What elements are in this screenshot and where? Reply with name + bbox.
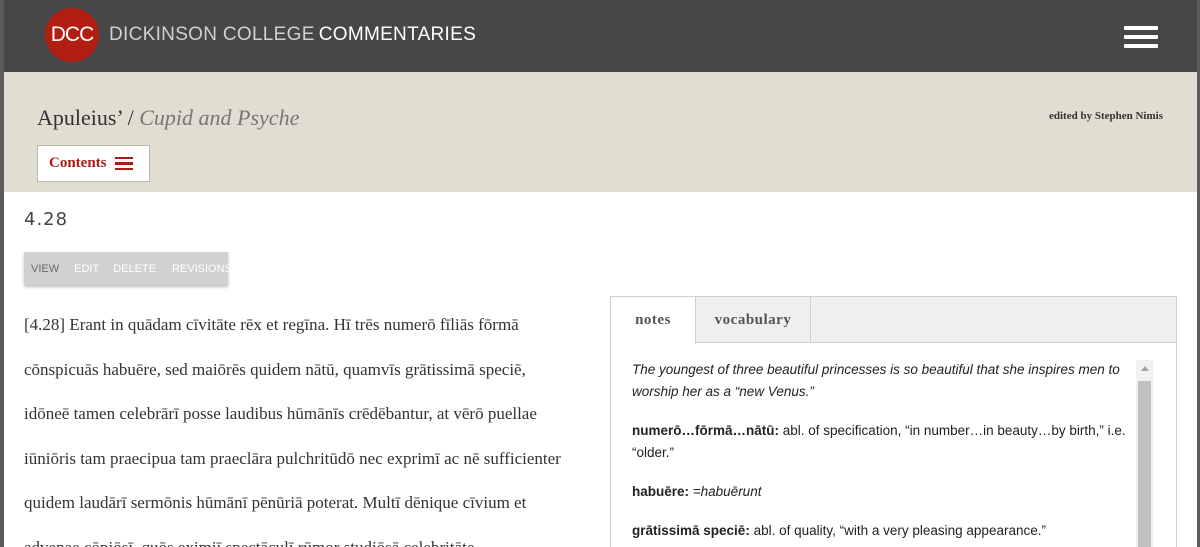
note-text: abl. of quality, “with a very pleasing a… <box>749 523 1046 538</box>
tab-vocabulary[interactable]: vocabulary <box>696 297 811 343</box>
book-work-title[interactable]: Cupid and Psyche <box>139 105 299 130</box>
page: DCC DICKINSON COLLEGE COMMENTARIES Apulei… <box>4 0 1197 547</box>
book-author: Apuleius’ / <box>37 105 140 130</box>
tab-notes[interactable]: notes <box>611 297 696 344</box>
tab-delete[interactable]: DELETE <box>113 263 156 275</box>
site-title-part2: COMMENTARIES <box>318 24 477 45</box>
dcc-logo[interactable]: DCC <box>45 8 99 62</box>
site-header: DCC DICKINSON COLLEGE COMMENTARIES <box>4 0 1197 72</box>
hamburger-menu-icon[interactable] <box>1124 26 1158 48</box>
site-title-part1: DICKINSON COLLEGE <box>109 24 315 45</box>
tab-edit[interactable]: EDIT <box>74 263 99 275</box>
note-item: grātissimā speciē: abl. of quality, “wit… <box>632 520 1127 542</box>
text-line: advenae cōpiōsī, quōs eximiī spectāculī … <box>24 537 475 547</box>
note-item: habuēre: =habuērunt <box>632 481 1127 503</box>
latin-text: [4.28] Erant in quādam cīvitāte rēx et r… <box>24 303 604 547</box>
note-term: numerō…fōrmā…nātū: <box>632 423 780 438</box>
panel-tabs: notes vocabulary <box>611 297 1176 344</box>
notes-content: The youngest of three beautiful princess… <box>632 359 1127 547</box>
tab-view[interactable]: VIEW <box>31 263 59 275</box>
text-line: [4.28] Erant in quādam cīvitāte rēx et r… <box>24 315 519 334</box>
note-term: habuēre: <box>632 484 690 499</box>
commentary-panel: notes vocabulary The youngest of three b… <box>610 296 1177 547</box>
list-menu-icon <box>114 156 133 171</box>
contents-button[interactable]: Contents <box>37 145 150 182</box>
book-title: Apuleius’ / Cupid and Psyche <box>37 105 299 131</box>
note-item: numerō…fōrmā…nātū: abl. of specification… <box>632 420 1127 464</box>
text-line: idōneē tamen celebrārī posse laudibus hū… <box>24 404 537 423</box>
book-banner: Apuleius’ / Cupid and Psyche edited by S… <box>4 72 1197 192</box>
text-line: quidem laudārī sermōnis hūmānī pēnūriā p… <box>24 493 527 512</box>
contents-label: Contents <box>49 155 107 171</box>
section-heading: 4.28 <box>24 209 69 230</box>
text-line: iūniōris tam praecipua tam praeclāra pul… <box>24 448 561 468</box>
note-term: grātissimā speciē: <box>632 523 750 538</box>
scrollbar-thumb[interactable] <box>1138 381 1151 547</box>
tab-revisions[interactable]: REVISIONS <box>172 263 232 275</box>
node-tabs: VIEW EDIT DELETE REVISIONS <box>24 252 232 285</box>
note-text: =habuērunt <box>689 484 762 499</box>
note-intro: The youngest of three beautiful princess… <box>632 362 1120 399</box>
site-title[interactable]: DICKINSON COLLEGE COMMENTARIES <box>109 24 476 46</box>
scroll-up-arrow-icon[interactable] <box>1136 360 1153 377</box>
editor-credit: edited by Stephen Nimis <box>1049 110 1163 122</box>
text-line: cōnspicuās habuēre, sed maiōrēs quidem n… <box>24 359 526 379</box>
